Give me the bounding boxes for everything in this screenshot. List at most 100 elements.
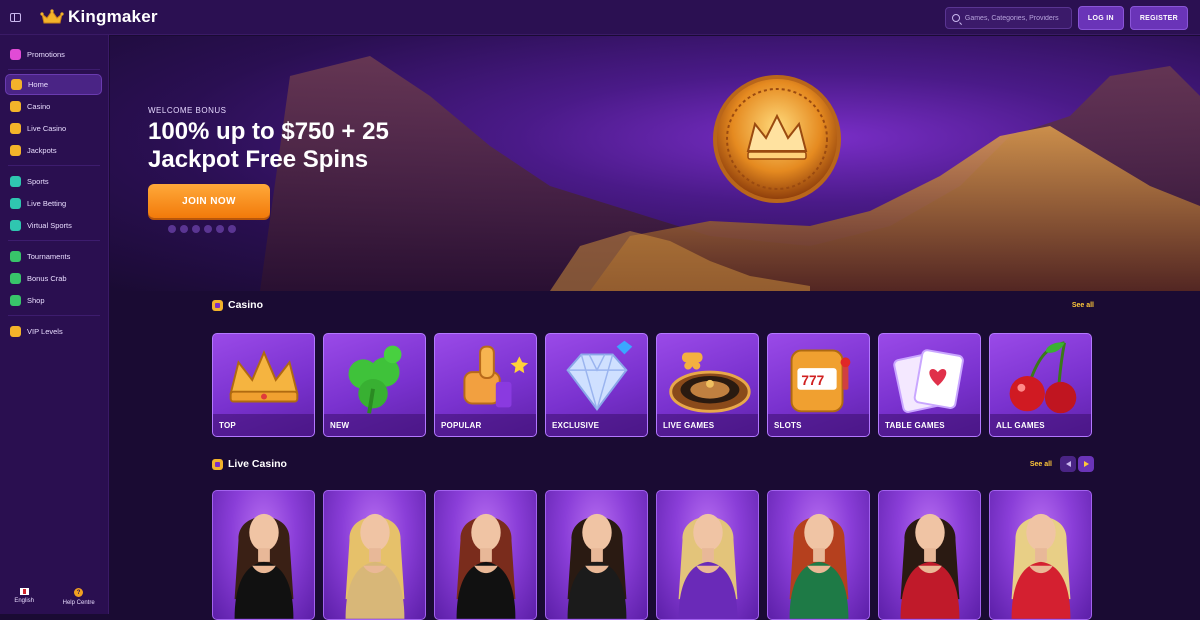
live-casino-icon — [10, 122, 21, 134]
category-label: EXCLUSIVE — [552, 421, 600, 430]
hero-banner: WELCOME BONUS 100% up to $750 + 25 Jackp… — [110, 36, 1200, 291]
live-dealer-card[interactable] — [656, 490, 759, 620]
category-card-slots[interactable]: 777 SLOTS — [767, 333, 870, 437]
register-button[interactable]: REGISTER — [1129, 6, 1188, 30]
login-button[interactable]: LOG IN — [1077, 6, 1124, 30]
sidebar-item-label: Jackpots — [27, 145, 57, 155]
casino-section-title: Casino — [228, 299, 264, 311]
dealer-portrait — [345, 513, 405, 619]
category-label: ALL GAMES — [996, 421, 1045, 430]
live-dealer-card[interactable] — [545, 490, 648, 620]
diamond-illustration — [566, 340, 633, 411]
sidebar-item-vip-levels[interactable]: VIP Levels — [0, 320, 108, 342]
live-dealer-card[interactable] — [323, 490, 426, 620]
category-card-table-games[interactable]: TABLE GAMES — [878, 333, 981, 437]
sidebar-toggle-icon[interactable] — [0, 0, 30, 35]
trophy-icon — [10, 250, 21, 262]
sidebar-item-label: Bonus Crab — [27, 273, 67, 283]
sidebar-item-label: Home — [28, 80, 49, 89]
sidebar-item-tournaments[interactable]: Tournaments — [0, 245, 108, 267]
brand-logo[interactable]: Kingmaker — [40, 7, 158, 27]
sidebar-item-casino[interactable]: Casino — [0, 95, 108, 117]
category-card-all-games[interactable]: ALL GAMES — [989, 333, 1092, 437]
brand-name: Kingmaker — [68, 7, 158, 26]
sidebar-item-promotions[interactable]: Promotions — [0, 43, 108, 65]
bank-icon — [192, 225, 200, 233]
category-card-exclusive[interactable]: EXCLUSIVE — [545, 333, 648, 437]
search-input[interactable] — [964, 14, 1070, 22]
category-card-popular[interactable]: POPULAR — [434, 333, 537, 437]
jackpot-icon — [10, 144, 21, 156]
category-label: POPULAR — [441, 421, 482, 430]
category-card-live-games[interactable]: LIVE GAMES — [656, 333, 759, 437]
dealer-portrait — [789, 513, 849, 619]
dealer-portrait — [1011, 513, 1071, 619]
dealer-portrait — [456, 513, 516, 619]
hero-kicker: WELCOME BONUS — [148, 106, 227, 115]
category-label: NEW — [330, 421, 350, 430]
live-dealer-card[interactable] — [212, 490, 315, 620]
help-centre-link[interactable]: ? Help Centre — [63, 588, 95, 606]
language-selector[interactable]: English — [14, 588, 34, 606]
casino-section-icon — [212, 299, 223, 311]
cherries-illustration — [1009, 341, 1077, 414]
live-dealer-card[interactable] — [434, 490, 537, 620]
live-dealer-card[interactable] — [767, 490, 870, 620]
sidebar-item-label: Casino — [27, 101, 51, 111]
sidebar-item-home[interactable]: Home — [5, 74, 102, 95]
sidebar-item-live-betting[interactable]: Live Betting — [0, 192, 108, 214]
bitcoin-icon — [228, 225, 236, 233]
mastercard-icon — [180, 225, 188, 233]
chevron-right-icon — [1083, 461, 1089, 467]
chevron-left-icon — [1065, 461, 1071, 467]
search-icon — [951, 14, 960, 22]
sidebar-item-live-casino[interactable]: Live Casino — [0, 117, 108, 139]
hero-title: 100% up to $750 + 25 Jackpot Free Spins — [148, 118, 389, 173]
live-casino-row — [212, 490, 1094, 620]
sidebar: Promotions Home Casino Live Casino Jackpots S… — [0, 35, 109, 614]
sidebar-item-label: VIP Levels — [27, 326, 63, 336]
search-box[interactable] — [944, 7, 1072, 29]
category-card-new[interactable]: NEW — [323, 333, 426, 437]
cards-illustration — [893, 349, 964, 413]
language-label: English — [14, 598, 34, 604]
live-casino-section-icon — [212, 458, 223, 470]
thumbs-up-illustration — [463, 345, 529, 408]
sidebar-item-sports[interactable]: Sports — [0, 170, 108, 192]
live-betting-icon — [10, 197, 21, 209]
top-bar: Kingmaker LOG IN REGISTER — [0, 0, 1200, 35]
sidebar-item-virtual-sports[interactable]: Virtual Sports — [0, 214, 108, 236]
carousel-next-button[interactable] — [1078, 456, 1094, 472]
svg-text:777: 777 — [801, 373, 824, 388]
tether-icon — [216, 225, 224, 233]
sidebar-item-label: Virtual Sports — [27, 220, 72, 230]
sidebar-item-bonus-crab[interactable]: Bonus Crab — [0, 267, 108, 289]
visa-icon — [168, 225, 176, 233]
live-casino-see-all-link[interactable]: See all — [1030, 461, 1052, 468]
dealer-portrait — [234, 513, 294, 619]
payment-methods — [168, 225, 418, 233]
sports-ball-icon — [10, 175, 21, 187]
sidebar-item-label: Live Casino — [27, 123, 67, 133]
sidebar-divider — [8, 69, 100, 70]
sidebar-item-shop[interactable]: Shop — [0, 289, 108, 311]
sidebar-divider — [8, 240, 100, 241]
casino-category-row: TOP NEW POPULAR EXCLUSIVE LIVE GAMES 777 SLOTS… — [212, 333, 1094, 437]
dealer-portrait — [678, 513, 738, 619]
clover-illustration — [348, 345, 402, 414]
roulette-illustration — [669, 352, 751, 413]
crypto-icon — [204, 225, 212, 233]
live-dealer-card[interactable] — [878, 490, 981, 620]
sidebar-item-jackpots[interactable]: Jackpots — [0, 139, 108, 161]
dealer-portrait — [567, 513, 627, 619]
carousel-prev-button[interactable] — [1060, 456, 1076, 472]
category-card-top[interactable]: TOP — [212, 333, 315, 437]
category-label: SLOTS — [774, 421, 802, 430]
sidebar-item-label: Tournaments — [27, 251, 71, 261]
live-dealer-card[interactable] — [989, 490, 1092, 620]
join-now-button[interactable]: JOIN NOW — [148, 184, 270, 218]
gift-icon — [10, 48, 21, 60]
bonus-crab-icon — [10, 272, 21, 284]
casino-section-header: Casino See all — [212, 299, 1094, 311]
casino-see-all-link[interactable]: See all — [1072, 302, 1094, 309]
